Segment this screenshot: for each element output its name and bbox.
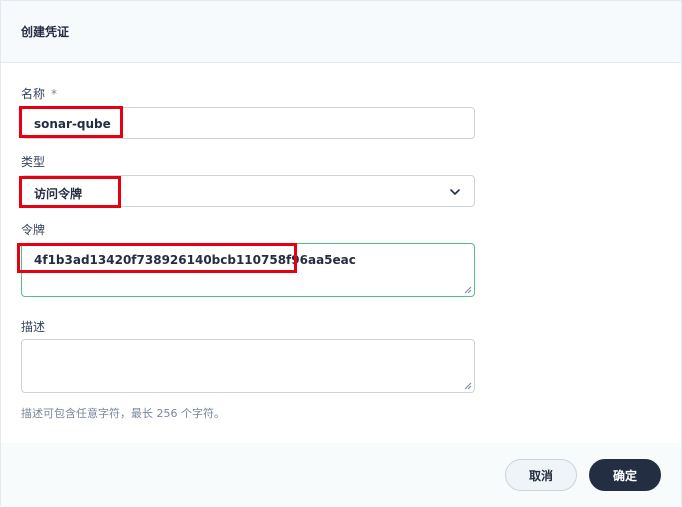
- dialog-header: 创建凭证: [1, 1, 681, 63]
- token-value: 4f1b3ad13420f738926140bcb110758f96aa5eac: [34, 253, 356, 267]
- description-hint: 描述可包含任意字符，最长 256 个字符。: [21, 407, 225, 420]
- type-select-value: 访问令牌: [34, 187, 83, 201]
- description-textarea[interactable]: [21, 339, 475, 393]
- chevron-down-icon: [450, 189, 460, 195]
- create-credential-dialog: 创建凭证 名称 * sonar-qube 类型 访问令牌 令牌 4f1b3ad13…: [0, 0, 682, 507]
- ok-button[interactable]: 确定: [589, 459, 661, 491]
- name-input-value: sonar-qube: [34, 117, 111, 131]
- token-label: 令牌: [21, 223, 46, 237]
- resize-handle-icon[interactable]: [464, 382, 472, 390]
- dialog-footer: [1, 443, 681, 507]
- dialog-title: 创建凭证: [21, 25, 70, 39]
- resize-handle-icon[interactable]: [464, 286, 472, 294]
- type-label: 类型: [21, 155, 46, 169]
- token-textarea[interactable]: 4f1b3ad13420f738926140bcb110758f96aa5eac: [21, 243, 475, 297]
- required-mark: *: [51, 87, 58, 101]
- name-label: 名称 *: [21, 85, 57, 102]
- cancel-button[interactable]: 取消: [505, 459, 577, 491]
- type-select[interactable]: 访问令牌: [21, 175, 475, 207]
- name-input[interactable]: sonar-qube: [21, 107, 475, 139]
- description-label: 描述: [21, 320, 46, 334]
- name-label-text: 名称: [21, 87, 46, 101]
